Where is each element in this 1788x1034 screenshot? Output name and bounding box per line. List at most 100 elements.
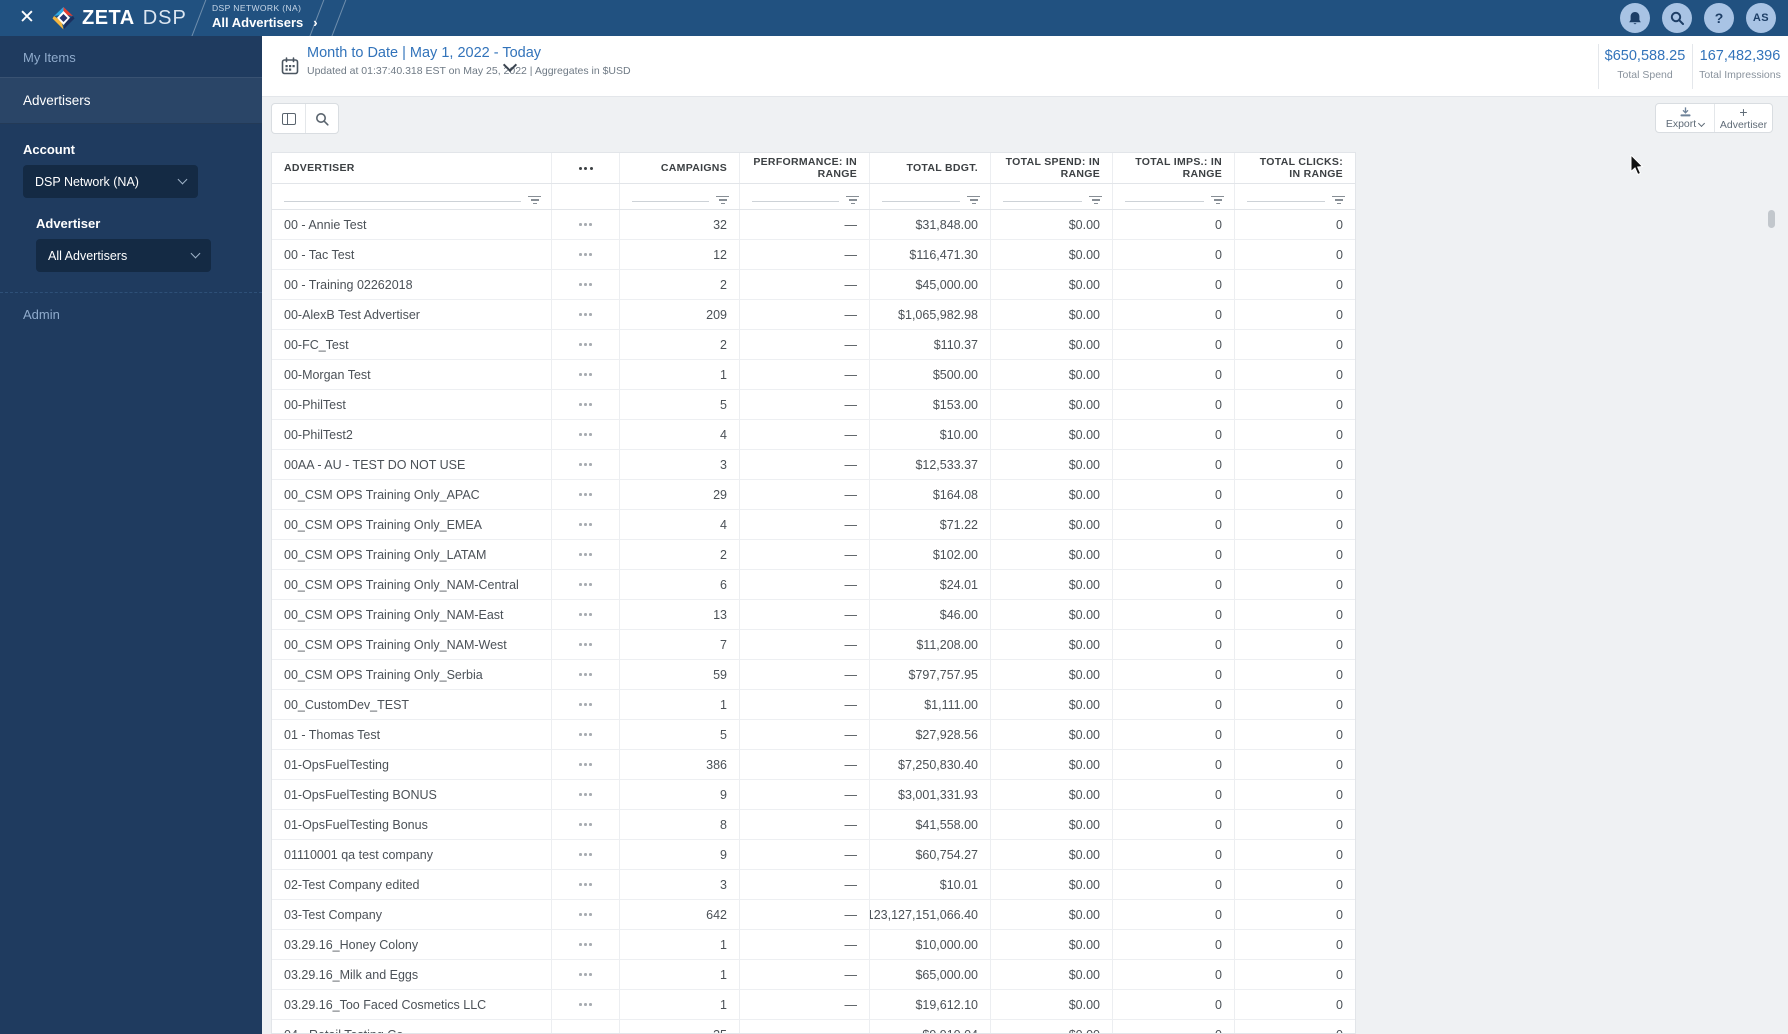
advertiser-name[interactable]: 01-OpsFuelTesting Bonus: [272, 810, 552, 839]
row-menu-button[interactable]: [552, 300, 620, 329]
row-menu-button[interactable]: [552, 600, 620, 629]
date-range-value[interactable]: Month to Date | May 1, 2022 - Today: [307, 45, 631, 61]
table-row[interactable]: 00 - Annie Test 32 — $31,848.00 $0.00 0 …: [272, 210, 1355, 240]
row-menu-button[interactable]: [552, 510, 620, 539]
advertiser-name[interactable]: 00_CSM OPS Training Only_NAM-West: [272, 630, 552, 659]
table-row[interactable]: 00_CSM OPS Training Only_EMEA 4 — $71.22…: [272, 510, 1355, 540]
date-range-picker[interactable]: Month to Date | May 1, 2022 - Today Upda…: [307, 45, 631, 77]
row-menu-button[interactable]: [552, 360, 620, 389]
column-header-total-budget[interactable]: TOTAL BDGT.: [870, 153, 991, 183]
close-icon[interactable]: ✕: [14, 5, 40, 31]
column-header-actions[interactable]: [552, 153, 620, 183]
filter-icon[interactable]: [528, 195, 541, 204]
advertiser-select[interactable]: All Advertisers: [36, 239, 211, 272]
advertiser-name[interactable]: 00 - Annie Test: [272, 210, 552, 239]
row-menu-button[interactable]: [552, 210, 620, 239]
account-select[interactable]: DSP Network (NA): [23, 165, 198, 198]
advertiser-name[interactable]: 00_CSM OPS Training Only_NAM-East: [272, 600, 552, 629]
table-row[interactable]: 00_CSM OPS Training Only_Serbia 59 — $79…: [272, 660, 1355, 690]
filter-total-clicks[interactable]: [1235, 184, 1355, 209]
grid-search-button[interactable]: [305, 104, 338, 133]
breadcrumb[interactable]: DSP NETWORK (NA) All Advertisers ›: [212, 3, 318, 30]
advertiser-name[interactable]: 00 - Training 02262018: [272, 270, 552, 299]
column-header-campaigns[interactable]: CAMPAIGNS: [620, 153, 740, 183]
advertiser-name[interactable]: 04 - Retail Testing Co: [272, 1020, 552, 1033]
row-menu-button[interactable]: [552, 750, 620, 779]
table-row[interactable]: 02-Test Company edited 3 — $10.01 $0.00 …: [272, 870, 1355, 900]
filter-total-spend[interactable]: [991, 184, 1113, 209]
advertiser-name[interactable]: 01-OpsFuelTesting BONUS: [272, 780, 552, 809]
advertiser-name[interactable]: 00-Morgan Test: [272, 360, 552, 389]
row-menu-button[interactable]: [552, 390, 620, 419]
table-row[interactable]: 00_CSM OPS Training Only_NAM-Central 6 —…: [272, 570, 1355, 600]
table-row[interactable]: 01110001 qa test company 9 — $60,754.27 …: [272, 840, 1355, 870]
notifications-button[interactable]: [1620, 3, 1650, 33]
filter-total-budget[interactable]: [870, 184, 991, 209]
search-button[interactable]: [1662, 3, 1692, 33]
sidebar-item-admin[interactable]: Admin: [0, 293, 262, 334]
row-menu-button[interactable]: [552, 930, 620, 959]
table-row[interactable]: 01-OpsFuelTesting 386 — $7,250,830.40 $0…: [272, 750, 1355, 780]
filter-campaigns[interactable]: [620, 184, 740, 209]
advertiser-name[interactable]: 00-PhilTest: [272, 390, 552, 419]
advertiser-name[interactable]: 00_CSM OPS Training Only_NAM-Central: [272, 570, 552, 599]
advertiser-name[interactable]: 00_CSM OPS Training Only_EMEA: [272, 510, 552, 539]
row-menu-button[interactable]: [552, 810, 620, 839]
row-menu-button[interactable]: [552, 420, 620, 449]
table-row[interactable]: 01-OpsFuelTesting Bonus 8 — $41,558.00 $…: [272, 810, 1355, 840]
advertiser-name[interactable]: 03.29.16_Milk and Eggs: [272, 960, 552, 989]
advertiser-name[interactable]: 00AA - AU - TEST DO NOT USE: [272, 450, 552, 479]
table-row[interactable]: 00-PhilTest 5 — $153.00 $0.00 0 0: [272, 390, 1355, 420]
table-row[interactable]: 00-AlexB Test Advertiser 209 — $1,065,98…: [272, 300, 1355, 330]
advertiser-name[interactable]: 02-Test Company edited: [272, 870, 552, 899]
column-header-total-impressions[interactable]: TOTAL IMPS.: IN RANGE: [1113, 153, 1235, 183]
advertiser-name[interactable]: 00_CSM OPS Training Only_LATAM: [272, 540, 552, 569]
column-header-total-spend[interactable]: TOTAL SPEND: IN RANGE: [991, 153, 1113, 183]
row-menu-button[interactable]: [552, 840, 620, 869]
row-menu-button[interactable]: [552, 270, 620, 299]
breadcrumb-expand-chevron[interactable]: ›: [313, 15, 317, 30]
row-menu-button[interactable]: [552, 630, 620, 659]
export-button[interactable]: Export: [1656, 104, 1714, 132]
advertiser-name[interactable]: 00 - Tac Test: [272, 240, 552, 269]
advertiser-name[interactable]: 03.29.16_Too Faced Cosmetics LLC: [272, 990, 552, 1019]
advertiser-name[interactable]: 03-Test Company: [272, 900, 552, 929]
filter-icon[interactable]: [846, 195, 859, 204]
filter-advertiser[interactable]: [272, 184, 552, 209]
row-menu-button[interactable]: [552, 240, 620, 269]
advertiser-name[interactable]: 00_CSM OPS Training Only_Serbia: [272, 660, 552, 689]
advertiser-name[interactable]: 00-FC_Test: [272, 330, 552, 359]
row-menu-button[interactable]: [552, 990, 620, 1019]
advertiser-name[interactable]: 00-PhilTest2: [272, 420, 552, 449]
row-menu-button[interactable]: [552, 540, 620, 569]
filter-icon[interactable]: [1332, 195, 1345, 204]
row-menu-button[interactable]: [552, 480, 620, 509]
filter-performance[interactable]: [740, 184, 870, 209]
advertiser-name[interactable]: 01-OpsFuelTesting: [272, 750, 552, 779]
row-menu-button[interactable]: [552, 870, 620, 899]
row-menu-button[interactable]: [552, 780, 620, 809]
table-row[interactable]: 03.29.16_Honey Colony 1 — $10,000.00 $0.…: [272, 930, 1355, 960]
table-row[interactable]: 00_CSM OPS Training Only_LATAM 2 — $102.…: [272, 540, 1355, 570]
filter-icon[interactable]: [1089, 195, 1102, 204]
filter-icon[interactable]: [1211, 195, 1224, 204]
table-row[interactable]: 00-PhilTest2 4 — $10.00 $0.00 0 0: [272, 420, 1355, 450]
user-avatar[interactable]: AS: [1746, 3, 1776, 33]
calendar-icon[interactable]: [281, 57, 299, 80]
row-menu-button[interactable]: [552, 720, 620, 749]
sidebar-item-advertisers[interactable]: Advertisers: [0, 77, 262, 124]
table-row[interactable]: 00-FC_Test 2 — $110.37 $0.00 0 0: [272, 330, 1355, 360]
table-row[interactable]: 00-Morgan Test 1 — $500.00 $0.00 0 0: [272, 360, 1355, 390]
table-row[interactable]: 03.29.16_Milk and Eggs 1 — $65,000.00 $0…: [272, 960, 1355, 990]
table-row[interactable]: 00_CSM OPS Training Only_NAM-West 7 — $1…: [272, 630, 1355, 660]
vertical-scrollbar-thumb[interactable]: [1768, 210, 1775, 228]
row-menu-button[interactable]: [552, 1020, 620, 1033]
row-menu-button[interactable]: [552, 330, 620, 359]
table-row[interactable]: 01 - Thomas Test 5 — $27,928.56 $0.00 0 …: [272, 720, 1355, 750]
table-row[interactable]: 04 - Retail Testing Co 35 — $9,910.04 $0…: [272, 1020, 1355, 1033]
advertiser-name[interactable]: 03.29.16_Honey Colony: [272, 930, 552, 959]
advertiser-name[interactable]: 00_CSM OPS Training Only_APAC: [272, 480, 552, 509]
column-header-performance[interactable]: PERFORMANCE: IN RANGE: [740, 153, 870, 183]
table-row[interactable]: 00 - Training 02262018 2 — $45,000.00 $0…: [272, 270, 1355, 300]
row-menu-button[interactable]: [552, 960, 620, 989]
